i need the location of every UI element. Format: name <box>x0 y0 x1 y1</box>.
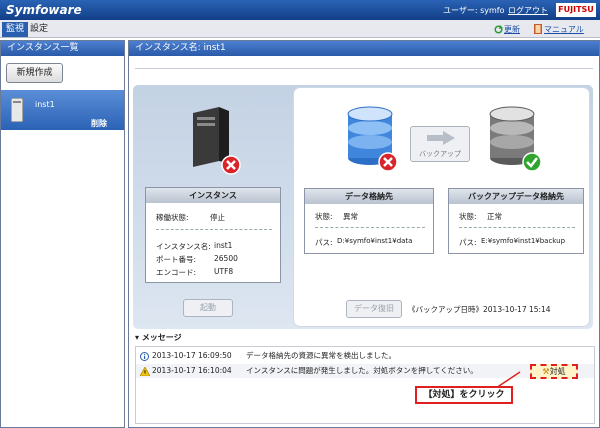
backup-path-value: E:¥symfo¥inst1¥backup <box>481 237 566 245</box>
collapse-triangle-icon[interactable]: ▾ <box>135 333 142 342</box>
error-icon <box>221 155 241 175</box>
instance-name-value: inst1 <box>214 241 233 250</box>
message-time: 2013-10-17 16:10:04 <box>152 366 232 375</box>
message-text: インスタンスに問題が発生しました。対処ボタンを押してください。 <box>246 366 478 375</box>
manual-link[interactable]: マニュアル <box>544 24 584 35</box>
divider <box>459 227 575 228</box>
instance-status-card: インスタンス 稼働状態: 停止 インスタンス名: inst1 ポート番号: 26… <box>145 187 281 283</box>
action-button[interactable]: ⚒対処 <box>530 364 578 379</box>
status-value: 停止 <box>210 213 225 222</box>
message-row: 2013-10-17 16:09:50 データ格納先の資源に異常を検出しました。 <box>136 349 594 363</box>
instruction-callout: 【対処】をクリック <box>415 386 513 404</box>
instance-list-title: インスタンス一覧 <box>1 41 124 56</box>
warning-icon <box>140 367 150 376</box>
data-path-label: パス: <box>315 238 333 247</box>
instance-list-item[interactable]: inst1 削除 <box>1 90 124 130</box>
backup-datetime: 《バックアップ日時》2013-10-17 15:14 <box>408 305 551 314</box>
backup-status-value: 正常 <box>487 212 502 221</box>
refresh-icon[interactable] <box>494 25 503 34</box>
backup-button-label: バックアップ <box>419 150 461 158</box>
instance-list-panel: インスタンス一覧 新規作成 inst1 削除 <box>0 40 125 428</box>
tab-settei[interactable]: 設定 <box>26 22 52 37</box>
delete-instance-link[interactable]: 削除 <box>91 118 107 129</box>
port-label: ポート番号: <box>156 255 197 264</box>
data-path-value: D:¥symfo¥inst1¥data <box>337 237 413 245</box>
backup-button[interactable]: バックアップ <box>410 126 470 162</box>
tab-bar: 監視 設定 更新 マニュアル <box>0 20 600 38</box>
logout-link[interactable]: ログアウト <box>508 5 548 16</box>
instance-card-title: インスタンス <box>146 188 280 203</box>
data-storage-card: データ格納先 状態: 異常 パス: D:¥symfo¥inst1¥data <box>304 188 434 254</box>
wrench-icon: ⚒ <box>542 367 550 376</box>
message-section-header[interactable]: ▾ メッセージ <box>129 332 599 344</box>
instance-detail-title: インスタンス名: inst1 <box>129 41 599 56</box>
divider <box>156 229 272 230</box>
ok-check-icon <box>522 152 542 172</box>
arrow-right-icon <box>427 131 455 145</box>
action-button-label: 対処 <box>549 367 566 376</box>
data-card-title: データ格納先 <box>305 189 433 204</box>
status-diagram-area: インスタンス 稼働状態: 停止 インスタンス名: inst1 ポート番号: 26… <box>133 85 593 329</box>
server-icon <box>11 98 23 122</box>
manual-book-icon[interactable] <box>534 24 542 34</box>
message-title: メッセージ <box>141 333 182 342</box>
status-label: 稼働状態: <box>156 213 189 222</box>
backup-card-title: バックアップデータ格納先 <box>449 189 583 204</box>
new-instance-button[interactable]: 新規作成 <box>6 63 63 83</box>
storage-status-box: バックアップ データ格納先 状態: 異常 パス: D:¥symfo¥inst1¥… <box>293 87 590 327</box>
start-button[interactable]: 起動 <box>183 299 233 317</box>
encode-label: エンコード: <box>156 268 197 277</box>
app-logo: Symfoware <box>6 3 82 17</box>
divider <box>135 68 593 69</box>
top-header: Symfoware ユーザー: symfo ログアウト FUJITSU <box>0 0 600 20</box>
divider <box>315 227 425 228</box>
instance-name-label: インスタンス名: <box>156 242 211 251</box>
error-icon <box>378 152 398 172</box>
user-label: ユーザー: symfo <box>443 6 505 15</box>
update-link[interactable]: 更新 <box>504 24 520 35</box>
backup-path-label: パス: <box>459 238 477 247</box>
backup-storage-card: バックアップデータ格納先 状態: 正常 パス: E:¥symfo¥inst1¥b… <box>448 188 584 254</box>
data-status-value: 異常 <box>343 212 358 221</box>
data-status-label: 状態: <box>315 212 333 221</box>
message-text: データ格納先の資源に異常を検出しました。 <box>246 351 396 360</box>
message-time: 2013-10-17 16:09:50 <box>152 351 232 360</box>
backup-status-label: 状態: <box>459 212 477 221</box>
restore-button[interactable]: データ復旧 <box>346 300 402 318</box>
port-value: 26500 <box>214 254 238 263</box>
tab-kanshi[interactable]: 監視 <box>2 22 29 37</box>
fujitsu-logo: FUJITSU <box>556 3 596 17</box>
info-icon <box>140 352 149 361</box>
encode-value: UTF8 <box>214 267 234 276</box>
instance-name: inst1 <box>35 100 55 109</box>
